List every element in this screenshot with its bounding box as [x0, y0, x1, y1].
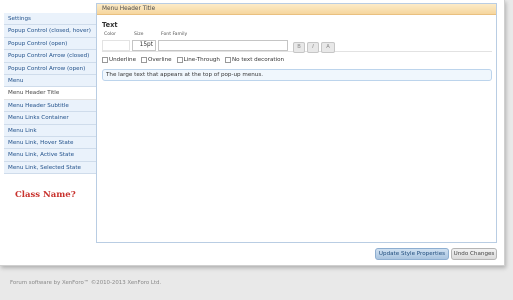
- size-field[interactable]: 15pt: [132, 40, 156, 51]
- property-description: The large text that appears at the top o…: [102, 69, 492, 81]
- overline-option[interactable]: Overline: [141, 57, 172, 63]
- sidebar-item-popup-control-closed-hover[interactable]: Popup Control (closed, hover): [4, 25, 96, 38]
- line-through-option[interactable]: Line-Through: [176, 57, 220, 63]
- color-label: Color: [104, 32, 116, 37]
- sidebar-item-menu-header-subtitle[interactable]: Menu Header Subtitle: [4, 99, 96, 113]
- no-decoration-checkbox[interactable]: [224, 57, 231, 63]
- underline-option[interactable]: Underline: [102, 57, 136, 63]
- line-through-label: Line-Through: [183, 57, 220, 63]
- overline-label: Overline: [148, 57, 172, 63]
- sidebar-item-popup-control-open[interactable]: Popup Control (open): [4, 37, 96, 51]
- sidebar-item-menu-link-hover[interactable]: Menu Link, Hover State: [4, 136, 96, 150]
- no-decoration-option[interactable]: No text decoration: [224, 57, 285, 63]
- text-style-icon[interactable]: A: [321, 42, 335, 53]
- bold-icon[interactable]: B: [293, 42, 305, 53]
- underline-label: Underline: [109, 57, 137, 63]
- sidebar-item-menu[interactable]: Menu: [4, 74, 96, 88]
- section-heading: Text: [102, 21, 118, 29]
- style-editor-window: Settings Popup Control (closed, hover) P…: [0, 0, 505, 266]
- sidebar-item-settings[interactable]: Settings: [4, 13, 96, 26]
- panel-title: Menu Header Title: [97, 4, 496, 15]
- font-family-field[interactable]: [158, 40, 288, 51]
- sidebar-item-popup-arrow-open[interactable]: Popup Control Arrow (open): [4, 62, 96, 75]
- underline-checkbox[interactable]: [102, 57, 108, 63]
- size-label: Size: [134, 32, 144, 37]
- sidebar-item-menu-link-active[interactable]: Menu Link, Active State: [4, 149, 96, 162]
- class-name-annotation: Class Name?: [15, 190, 76, 200]
- undo-changes-button[interactable]: Undo Changes: [451, 248, 497, 260]
- sidebar-item-menu-header-title[interactable]: Menu Header Title: [4, 87, 96, 100]
- update-style-button[interactable]: Update Style Properties: [375, 248, 449, 260]
- italic-icon[interactable]: I: [307, 42, 319, 53]
- text-decoration-options: Underline Overline Line-Through No text …: [102, 57, 289, 63]
- footer-copyright: Forum software by XenForo™ ©2010-2013 Xe…: [10, 280, 162, 286]
- sidebar-item-menu-link-selected[interactable]: Menu Link, Selected State: [4, 161, 96, 175]
- sidebar-item-popup-arrow-closed[interactable]: Popup Control Arrow (closed): [4, 50, 96, 63]
- style-property-list: Settings Popup Control (closed, hover) P…: [4, 13, 96, 177]
- font-family-label: Font Family: [161, 32, 188, 37]
- sidebar-item-menu-links-container[interactable]: Menu Links Container: [4, 112, 96, 125]
- sidebar-item-menu-link[interactable]: Menu Link: [4, 124, 96, 137]
- color-field[interactable]: [102, 40, 130, 51]
- line-through-checkbox[interactable]: [176, 57, 183, 63]
- property-panel: Menu Header Title Text Color Size Font F…: [96, 3, 497, 243]
- no-decoration-label: No text decoration: [231, 57, 285, 63]
- overline-checkbox[interactable]: [141, 57, 148, 63]
